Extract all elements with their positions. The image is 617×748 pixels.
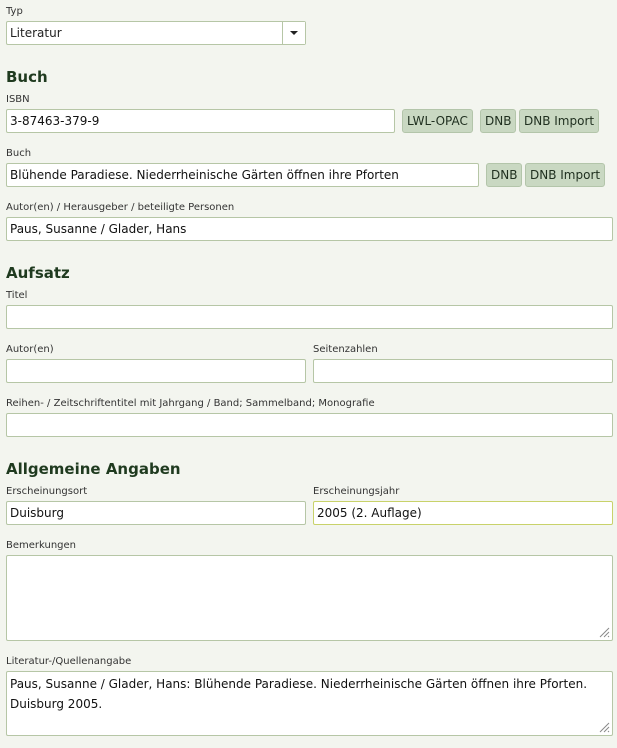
autoren-label: Autor(en) / Herausgeber / beteiligte Per… — [6, 202, 235, 213]
autor-label: Autor(en) — [6, 344, 54, 355]
bemerkungen-label: Bemerkungen — [6, 540, 77, 551]
seitenzahlen-input[interactable] — [313, 359, 613, 383]
quelle-text: Paus, Susanne / Glader, Hans: Blühende P… — [10, 677, 588, 711]
typ-label: Typ — [6, 6, 23, 17]
jahr-input[interactable]: 2005 (2. Auflage) — [313, 501, 613, 525]
resize-grip-icon[interactable] — [598, 626, 610, 638]
buch-input[interactable]: Blühende Paradiese. Niederrheinische Gär… — [6, 163, 479, 187]
quelle-textarea[interactable]: Paus, Susanne / Glader, Hans: Blühende P… — [6, 671, 613, 736]
titel-input[interactable] — [6, 305, 613, 329]
typ-select-value: Literatur — [10, 26, 62, 40]
ort-input[interactable]: Duisburg — [6, 501, 306, 525]
isbn-dnb-import-button[interactable]: DNB Import — [519, 109, 600, 133]
isbn-dnb-button[interactable]: DNB — [480, 109, 517, 133]
typ-select[interactable]: Literatur — [6, 21, 306, 45]
seitenzahlen-label: Seitenzahlen — [313, 344, 378, 355]
isbn-label: ISBN — [6, 94, 30, 105]
section-heading-allgemein: Allgemeine Angaben — [6, 460, 181, 478]
buch-dnb-import-button[interactable]: DNB Import — [525, 163, 606, 187]
autor-input[interactable] — [6, 359, 306, 383]
jahr-label: Erscheinungsjahr — [313, 486, 400, 497]
quelle-label: Literatur-/Quellenangabe — [6, 656, 132, 667]
reihe-label: Reihen- / Zeitschriftentitel mit Jahrgan… — [6, 398, 375, 409]
resize-grip-icon[interactable] — [598, 721, 610, 733]
section-heading-buch: Buch — [6, 68, 48, 86]
reihe-input[interactable] — [6, 413, 613, 437]
titel-label: Titel — [6, 290, 28, 301]
buch-dnb-button[interactable]: DNB — [486, 163, 523, 187]
buch-label: Buch — [6, 148, 32, 159]
section-heading-aufsatz: Aufsatz — [6, 264, 70, 282]
isbn-input[interactable]: 3-87463-379-9 — [6, 109, 395, 133]
lwl-opac-button[interactable]: LWL-OPAC — [402, 109, 473, 133]
bemerkungen-textarea[interactable] — [6, 555, 613, 641]
ort-label: Erscheinungsort — [6, 486, 88, 497]
autoren-input[interactable]: Paus, Susanne / Glader, Hans — [6, 217, 613, 241]
chevron-down-icon[interactable] — [282, 22, 305, 44]
